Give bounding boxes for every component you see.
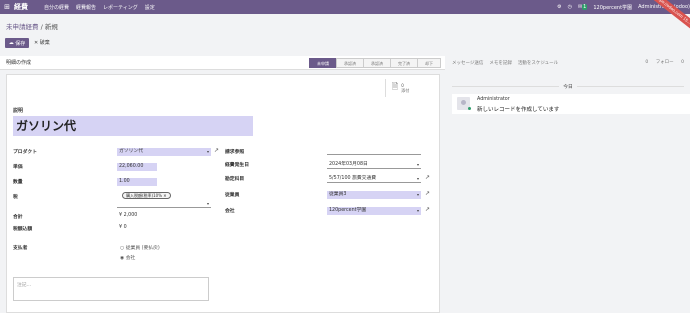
external-link-icon[interactable]: ↗ — [425, 206, 430, 213]
tax-tag-label: 購入税額(税率)10% — [126, 193, 163, 198]
total-label: 合計 — [13, 215, 23, 220]
employee-value: 従業員3 — [329, 192, 347, 197]
paid-by-employee-label: 従業員 (要払戻) — [125, 246, 160, 251]
follow-button[interactable]: フォロー — [656, 60, 674, 65]
bill-reference-input[interactable] — [327, 148, 421, 155]
message-body: 新しいレコードを作成しています — [477, 107, 560, 113]
discard-label: 破棄 — [39, 40, 50, 46]
app-name[interactable]: 経費 — [14, 2, 28, 12]
status-stages: 未申請 承認済 承認済 完了済 却下 — [309, 58, 441, 68]
top-navbar: ⊞ 経費 自分の経費 経費報告 レポーティング 設定 ⚙ ◷ ✉ 1 120pe… — [0, 0, 690, 14]
send-message-button[interactable]: メッセージ送信 — [452, 60, 483, 66]
stage-draft[interactable]: 未申請 — [309, 58, 337, 68]
chevron-down-icon: ▾ — [206, 201, 209, 206]
chevron-down-icon: ▾ — [206, 149, 209, 154]
chatter-topbar: メッセージ送信 メモを記録 活動をスケジュール 0 フォロー 0 — [452, 56, 690, 70]
tax-label: 税 — [13, 195, 18, 200]
menu-configuration[interactable]: 設定 — [145, 4, 155, 11]
account-field[interactable]: 5/57/100 旅費交通費 ▾ — [327, 175, 421, 183]
activity-icon[interactable]: ◷ — [568, 4, 572, 10]
date-separator-label: 今日 — [559, 85, 577, 90]
company-value: 120percent学園 — [329, 208, 367, 213]
external-link-icon[interactable]: ↗ — [214, 147, 219, 154]
stage-refused[interactable]: 却下 — [417, 58, 441, 68]
quantity-label: 数量 — [13, 180, 23, 185]
tax-field[interactable]: ▾ — [117, 200, 211, 208]
app-grid-icon[interactable]: ⊞ — [0, 3, 14, 11]
date-separator: 今日 — [452, 83, 684, 90]
discard-button[interactable]: ✕ 破棄 — [34, 38, 50, 48]
breadcrumb-current: 新規 — [44, 23, 58, 31]
save-button[interactable]: ☁ 保存 — [5, 38, 29, 48]
attachment-count[interactable]: 0 — [645, 60, 648, 65]
employee-label: 従業員 — [225, 193, 240, 198]
quantity-input[interactable]: 1.00 — [117, 178, 157, 186]
expense-date-label: 経費発生日 — [225, 163, 249, 168]
stage-approved[interactable]: 承認済 — [363, 58, 391, 68]
online-status-icon — [468, 107, 471, 110]
cloud-icon: ☁ — [8, 40, 16, 46]
paid-by-employee-radio[interactable]: ○ 従業員 (要払戻) — [120, 244, 160, 251]
expense-date-input[interactable]: 2024年03月08日 ▾ — [327, 161, 421, 169]
total-value: ¥ 2,000 — [119, 213, 138, 218]
bill-reference-label: 請求参照 — [225, 150, 245, 155]
chat-count-badge: 1 — [582, 4, 588, 10]
attachments-smart-button[interactable]: 🗎 0 添付 — [385, 79, 415, 97]
schedule-activity-button[interactable]: 活動をスケジュール — [518, 60, 558, 66]
employee-field[interactable]: 従業員3 ▾ — [327, 191, 421, 199]
tax-amount-value: ¥ 0 — [119, 225, 127, 230]
product-field[interactable]: ガソリン代 ▾ — [117, 148, 211, 156]
unit-price-label: 単価 — [13, 165, 23, 170]
product-label: プロダクト — [13, 150, 37, 155]
breadcrumb-parent[interactable]: 未申請経費 — [6, 23, 39, 31]
breadcrumb: 未申請経費 / 新規 — [6, 21, 58, 31]
account-label: 勘定科目 — [225, 177, 245, 182]
menu-my-expenses[interactable]: 自分の経費 — [44, 4, 69, 11]
bug-icon[interactable]: ⚙ — [557, 4, 561, 10]
attachments-label: 添付 — [401, 87, 410, 93]
chevron-down-icon: ▾ — [416, 176, 419, 181]
message-author[interactable]: Administrator — [477, 97, 510, 102]
tax-tag[interactable]: 購入税額(税率)10% ✕ — [122, 192, 171, 199]
followers-count[interactable]: 0 — [681, 60, 684, 65]
description-input[interactable]: ガソリン代 — [13, 116, 253, 136]
attachments-info: 0 添付 — [401, 83, 409, 94]
chatter-topbar-right: 0 フォロー 0 — [639, 56, 684, 70]
company-field[interactable]: 120percent学園 ▾ — [327, 207, 421, 215]
notes-textarea[interactable]: 注記... — [13, 277, 209, 301]
status-row: 明細の作成 未申請 承認済 承認済 完了済 却下 — [0, 56, 445, 70]
stage-done[interactable]: 完了済 — [390, 58, 418, 68]
menu-expense-reports[interactable]: 経費報告 — [76, 4, 96, 11]
paid-by-company-radio[interactable]: ◉ 会社 — [120, 254, 135, 261]
product-value: ガソリン代 — [119, 149, 143, 154]
form-sheet: 🗎 0 添付 説明 ガソリン代 プロダクト ガソリン代 ▾ ↗ 単価 22,060.… — [6, 74, 440, 313]
chatter-message: Administrator 新しいレコードを作成しています — [452, 94, 690, 114]
external-link-icon[interactable]: ↗ — [425, 190, 430, 197]
paid-by-label: 支払者 — [13, 246, 28, 251]
paid-by-company-label: 会社 — [125, 256, 136, 261]
unit-price-input[interactable]: 22,060.00 — [117, 163, 157, 171]
menu-reporting[interactable]: レポーティング — [103, 4, 138, 11]
create-report-button[interactable]: 明細の作成 — [6, 56, 31, 70]
external-link-icon[interactable]: ↗ — [425, 174, 430, 181]
expense-date-value: 2024年03月08日 — [329, 162, 368, 167]
chevron-down-icon: ▾ — [416, 192, 419, 197]
company-label: 会社 — [225, 209, 235, 214]
stage-reported[interactable]: 承認済 — [336, 58, 364, 68]
close-icon[interactable]: ✕ — [163, 193, 166, 198]
chevron-down-icon: ▾ — [416, 208, 419, 213]
chevron-down-icon: ▾ — [416, 162, 419, 167]
company-switcher[interactable]: 120percent学園 — [593, 4, 632, 11]
tax-amount-label: 税額込額 — [13, 227, 33, 232]
description-label: 説明 — [13, 108, 24, 114]
log-note-button[interactable]: メモを記録 — [489, 60, 512, 66]
save-label: 保存 — [15, 40, 26, 47]
account-value: 5/57/100 旅費交通費 — [329, 176, 377, 181]
document-icon: 🗎 — [391, 82, 399, 91]
